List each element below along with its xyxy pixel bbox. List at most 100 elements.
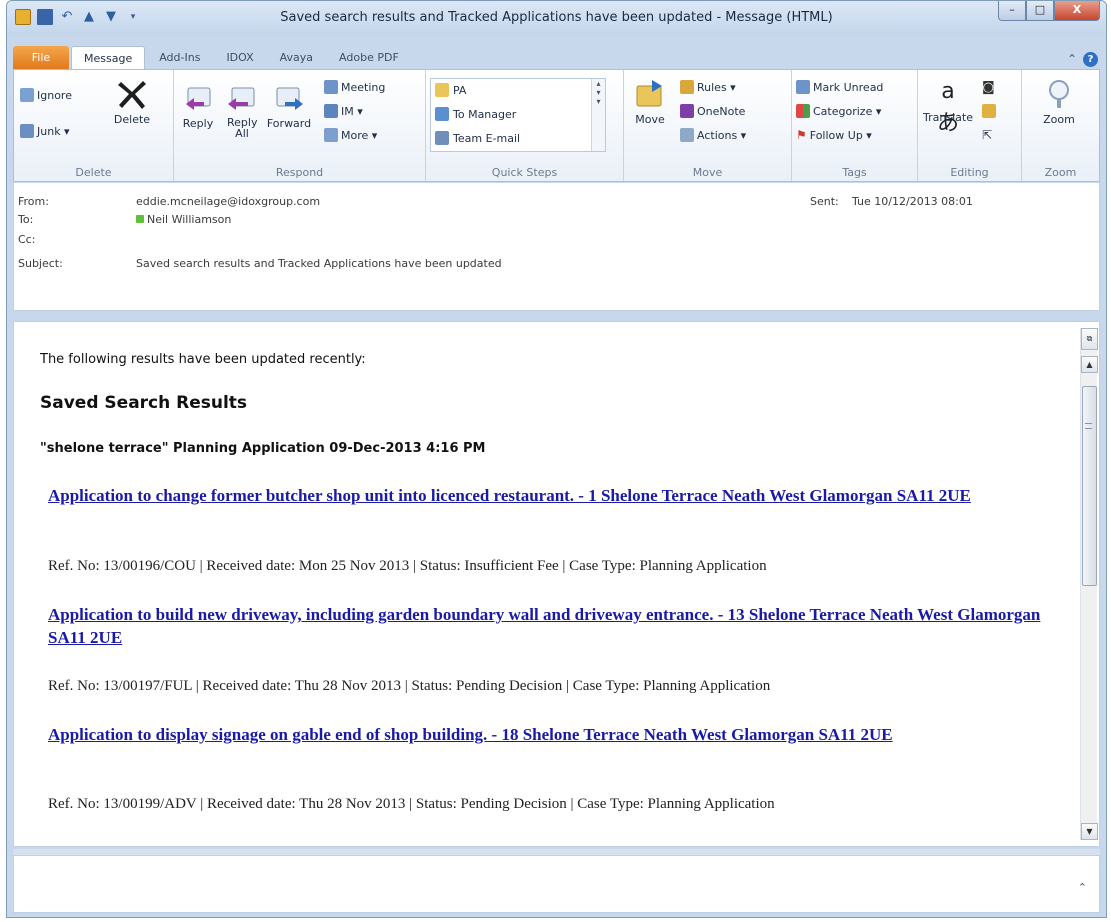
application-meta-3: Ref. No: 13/00199/ADV | Received date: T… <box>48 796 775 812</box>
mark-unread-button[interactable]: Mark Unread <box>796 80 883 94</box>
tab-add-ins[interactable]: Add-Ins <box>147 46 212 70</box>
select-cursor-icon: ⇱ <box>982 128 993 142</box>
select-button[interactable]: ⇱ <box>982 128 992 142</box>
search-heading: "shelone terrace" Planning Application 0… <box>40 441 486 456</box>
team-email-icon <box>435 131 449 145</box>
related-icon <box>982 104 996 118</box>
move-button[interactable]: Move <box>630 78 670 126</box>
more-respond-icon <box>324 128 338 142</box>
to-recipient[interactable]: Neil Williamson <box>136 213 231 226</box>
forward-button[interactable]: Forward <box>266 82 312 130</box>
people-pane-toggle-icon[interactable]: ⧉ <box>1081 328 1098 350</box>
message-body-pane: The following results have been updated … <box>13 321 1100 847</box>
ignore-button[interactable]: Ignore <box>20 88 72 102</box>
group-label-respond: Respond <box>275 166 324 179</box>
respond-group: Reply Reply All Forward Meeting IM ▾ Mor… <box>174 70 426 181</box>
move-group: Move Rules ▾ OneNote Actions ▾ Move <box>624 70 792 181</box>
mark-unread-icon <box>796 80 810 94</box>
zoom-button[interactable]: Zoom <box>1036 78 1082 126</box>
group-label-editing: Editing <box>950 166 989 179</box>
forward-icon <box>276 87 303 110</box>
to-value: Neil Williamson <box>147 213 232 226</box>
quick-step-to-manager[interactable]: To Manager <box>435 107 516 121</box>
sent-label: Sent: <box>810 195 839 208</box>
reply-all-button[interactable]: Reply All <box>222 82 262 139</box>
message-header: From: eddie.mcneilage@idoxgroup.com To: … <box>13 183 1100 311</box>
zoom-group: Zoom Zoom <box>1022 70 1099 181</box>
tab-file[interactable]: File <box>13 46 69 70</box>
subject-value: Saved search results and Tracked Applica… <box>136 257 502 270</box>
quick-steps-gallery: PA To Manager Team E-mail ▴ ▾ ▾ <box>430 78 606 152</box>
to-manager-icon <box>435 107 449 121</box>
application-link-2[interactable]: Application to build new driveway, inclu… <box>48 603 1078 649</box>
subject-label: Subject: <box>18 257 63 270</box>
junk-button[interactable]: Junk ▾ <box>20 124 70 138</box>
tab-idox[interactable]: IDOX <box>214 46 265 70</box>
application-meta-2: Ref. No: 13/00197/FUL | Received date: T… <box>48 678 771 694</box>
quick-steps-group: PA To Manager Team E-mail ▴ ▾ ▾ Quick Step… <box>426 70 624 181</box>
delete-x-icon <box>118 81 146 109</box>
flag-icon: ⚑ <box>796 128 807 142</box>
actions-button[interactable]: Actions ▾ <box>680 128 746 142</box>
window-controls: – □ X <box>998 1 1100 21</box>
ignore-icon <box>20 88 34 102</box>
scroll-down-icon[interactable]: ▼ <box>1081 823 1098 840</box>
rules-icon <box>680 80 694 94</box>
sent-value: Tue 10/12/2013 08:01 <box>852 195 973 208</box>
actions-icon <box>680 128 694 142</box>
scroll-thumb[interactable] <box>1082 386 1097 586</box>
intro-text: The following results have been updated … <box>40 352 366 367</box>
categorize-button[interactable]: Categorize ▾ <box>796 104 881 118</box>
presence-icon <box>136 215 144 223</box>
find-button[interactable]: ◙ <box>982 80 995 95</box>
from-label: From: <box>18 195 49 208</box>
move-folder-icon <box>636 80 662 107</box>
rules-button[interactable]: Rules ▾ <box>680 80 736 94</box>
group-label-delete: Delete <box>75 166 112 179</box>
reply-all-icon <box>228 87 255 110</box>
title-bar: ↶ ▲ ▼ ▾ Saved search results and Tracked… <box>7 1 1106 35</box>
delete-button[interactable]: Delete <box>108 78 156 126</box>
related-button[interactable] <box>982 104 996 118</box>
vertical-scrollbar[interactable]: ⧉ ▲ ▼ <box>1080 328 1098 840</box>
saved-search-results-heading: Saved Search Results <box>40 393 248 413</box>
ribbon-right-controls: ⌃ ? <box>1067 52 1098 67</box>
to-label: To: <box>18 213 34 226</box>
group-label-quick-steps: Quick Steps <box>491 166 558 179</box>
quick-step-team-email[interactable]: Team E-mail <box>435 131 520 145</box>
ribbon-tabs: File Message Add-Ins IDOX Avaya Adobe PD… <box>7 46 1106 70</box>
application-link-1[interactable]: Application to change former butcher sho… <box>48 484 1078 507</box>
categorize-icon <box>796 104 810 118</box>
outlook-message-window: ↶ ▲ ▼ ▾ Saved search results and Tracked… <box>6 0 1107 918</box>
expand-people-pane-icon[interactable]: ⌃ <box>1078 881 1087 894</box>
onenote-button[interactable]: OneNote <box>680 104 745 118</box>
ribbon: Ignore Junk ▾ Delete Delete Reply Reply … <box>13 69 1100 182</box>
meeting-button[interactable]: Meeting <box>324 80 385 94</box>
minimize-ribbon-icon[interactable]: ⌃ <box>1067 52 1077 67</box>
cc-label: Cc: <box>18 233 36 246</box>
reply-button[interactable]: Reply <box>178 82 218 130</box>
quick-step-pa[interactable]: PA <box>435 83 466 97</box>
follow-up-button[interactable]: ⚑ Follow Up ▾ <box>796 128 872 142</box>
tab-avaya[interactable]: Avaya <box>268 46 325 70</box>
help-icon[interactable]: ? <box>1083 52 1098 67</box>
application-link-3[interactable]: Application to display signage on gable … <box>48 723 1078 746</box>
tags-group: Mark Unread Categorize ▾ ⚑ Follow Up ▾ T… <box>792 70 918 181</box>
scroll-grip-icon <box>1085 423 1092 429</box>
tab-message[interactable]: Message <box>71 46 146 70</box>
people-pane: ⌃ <box>13 855 1100 913</box>
junk-icon <box>20 124 34 138</box>
reply-icon <box>186 87 211 110</box>
im-icon <box>324 104 338 118</box>
scroll-up-icon[interactable]: ▲ <box>1081 356 1098 373</box>
more-respond-button[interactable]: More ▾ <box>324 128 377 142</box>
window-title: Saved search results and Tracked Applica… <box>280 10 833 25</box>
tab-adobe-pdf[interactable]: Adobe PDF <box>327 46 411 70</box>
im-button[interactable]: IM ▾ <box>324 104 363 118</box>
quick-steps-scroll[interactable]: ▴ ▾ ▾ <box>591 79 605 151</box>
maximize-button[interactable]: □ <box>1026 1 1054 21</box>
close-button[interactable]: X <box>1054 1 1100 21</box>
minimize-button[interactable]: – <box>998 1 1026 21</box>
translate-button[interactable]: aあ Translate <box>922 76 974 136</box>
from-value[interactable]: eddie.mcneilage@idoxgroup.com <box>136 195 320 208</box>
